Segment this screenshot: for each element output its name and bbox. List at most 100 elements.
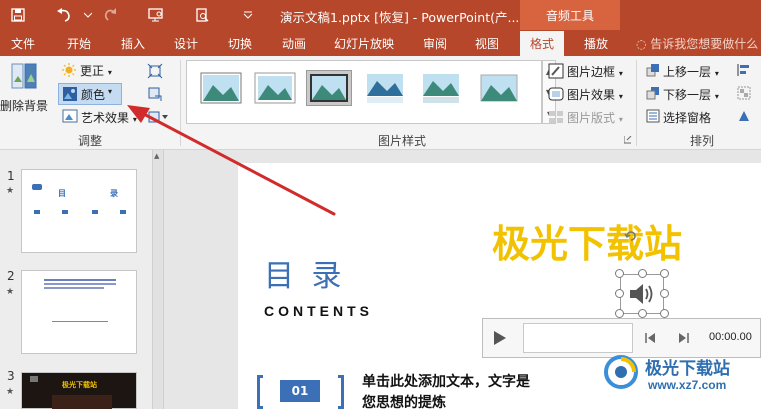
resize-handle[interactable] [615,289,624,298]
animation-star-icon: ★ [6,387,15,397]
slideshow-from-start-icon[interactable] [146,5,166,25]
customize-qat-icon[interactable] [238,5,258,25]
tab-animations[interactable]: 动画 [282,35,306,52]
resize-handle[interactable] [638,309,647,318]
thumb3-image [52,395,112,409]
picture-layout-icon [548,109,564,125]
tell-me-search[interactable]: ◌ 告诉我您想要做什么 [636,35,758,52]
corrections-button[interactable]: 更正 ▾ [80,62,112,79]
picture-border-icon [548,63,564,79]
picture-style-4[interactable] [363,71,407,105]
tab-design[interactable]: 设计 [174,35,198,52]
audio-progress-bar[interactable] [523,323,633,353]
thumb-block [34,210,40,214]
tab-slideshow[interactable]: 幻灯片放映 [334,35,394,52]
group-separator [180,60,181,146]
tab-review[interactable]: 审阅 [423,35,447,52]
color-dropdown-icon: ▾ [108,87,113,96]
group-objects-icon[interactable] [737,86,751,100]
resize-handle[interactable] [660,269,669,278]
tab-view[interactable]: 视图 [475,35,499,52]
chevron-down-icon: ▾ [618,92,623,101]
picture-style-5[interactable] [419,71,463,105]
undo-dropdown-icon[interactable] [78,5,98,25]
align-icon[interactable] [737,63,751,77]
slide-thumbnail-1[interactable]: 目 录 [21,169,137,253]
picture-layout-button[interactable]: 图片版式 ▾ [567,109,623,126]
picture-styles-gallery [186,60,542,124]
tab-format[interactable]: 格式 [520,31,565,56]
item-text-line1[interactable]: 单击此处添加文本，文字是 [362,371,530,391]
adjust-group-label: 调整 [78,134,103,148]
rotate-handle-icon[interactable] [624,229,636,241]
tab-file[interactable]: 文件 [11,35,35,52]
save-icon[interactable] [8,5,28,25]
item-number-badge: 01 [280,380,320,402]
skip-forward-icon[interactable] [677,332,689,347]
speaker-icon[interactable] [627,279,657,309]
group-separator [636,60,637,146]
send-backward-icon [646,86,660,100]
pane-splitter[interactable]: ▲ [152,150,164,409]
selection-pane-icon [646,109,660,123]
picture-effects-button[interactable]: 图片效果 ▾ [567,86,623,103]
thumb3-title: 极光下载站 [62,381,97,389]
slide-thumbnail-2[interactable] [21,270,137,354]
rotate-icon[interactable] [737,109,751,123]
chevron-down-icon: ▾ [618,115,623,124]
selection-pane-button[interactable]: 选择窗格 [663,109,711,126]
reset-picture-icon[interactable] [147,109,169,125]
bracket-right [338,375,344,409]
thumb-title-1: 目 [58,189,66,198]
resize-handle[interactable] [660,309,669,318]
slide-thumbnail-3[interactable]: 极光下载站 [21,372,137,409]
resize-handle[interactable] [615,309,624,318]
slide-number-1: 1 [7,169,15,183]
redo-icon[interactable] [100,5,120,25]
picture-style-2[interactable] [253,71,297,105]
tab-home[interactable]: 开始 [67,35,91,52]
remove-background-icon[interactable] [10,62,38,92]
artistic-effects-label: 艺术效果 [81,111,130,125]
skip-back-icon[interactable] [645,332,657,347]
send-backward-label: 下移一层 [663,88,712,102]
dialog-launcher-icon[interactable] [624,136,632,144]
picture-style-1[interactable] [199,71,243,105]
picture-border-button[interactable]: 图片边框 ▾ [567,63,623,80]
artistic-effects-button[interactable]: 艺术效果 ▾ [81,109,137,126]
picture-style-3[interactable] [306,70,352,106]
site-logo-icon [603,354,639,390]
compress-pictures-icon[interactable] [147,63,163,79]
resize-handle[interactable] [660,289,669,298]
chevron-down-icon: ▾ [132,115,137,124]
resize-handle[interactable] [615,269,624,278]
undo-icon[interactable] [54,5,74,25]
lightbulb-icon: ◌ [636,37,651,51]
remove-background-label[interactable]: 删除背景 [0,97,48,114]
item-text-line2[interactable]: 您思想的提炼 [362,392,446,409]
send-backward-button[interactable]: 下移一层 ▾ [663,86,719,103]
picture-border-label: 图片边框 [567,65,616,79]
tab-insert[interactable]: 插入 [121,35,145,52]
slide-subtitle[interactable]: CONTENTS [264,303,373,319]
thumb-title-2: 录 [110,189,118,198]
thumb-shape [32,184,42,190]
change-picture-icon[interactable] [147,86,163,102]
slide-title[interactable]: 目 录 [264,251,346,295]
tell-me-text: 告诉我您想要做什么 [650,37,759,51]
resize-handle[interactable] [638,269,647,278]
audio-time: 00:00.00 [709,331,752,343]
scroll-up-icon[interactable]: ▲ [154,152,159,160]
tab-playback[interactable]: 播放 [584,35,608,52]
print-preview-icon[interactable] [192,5,212,25]
picture-style-6[interactable] [477,71,521,105]
play-icon[interactable] [493,330,507,349]
bring-forward-icon [646,63,660,77]
tab-transitions[interactable]: 切换 [228,35,252,52]
site-logo-url: www.xz7.com [648,378,727,392]
thumb-text-line [44,287,104,289]
chevron-down-icon: ▾ [714,69,719,78]
ribbon: 删除背景 更正 ▾ 颜色 ▾ 艺术效果 ▾ 调整 ▾ 图片样式 图片边框 ▾ 图… [0,56,761,150]
bring-forward-button[interactable]: 上移一层 ▾ [663,63,719,80]
picture-effects-icon [548,86,564,102]
